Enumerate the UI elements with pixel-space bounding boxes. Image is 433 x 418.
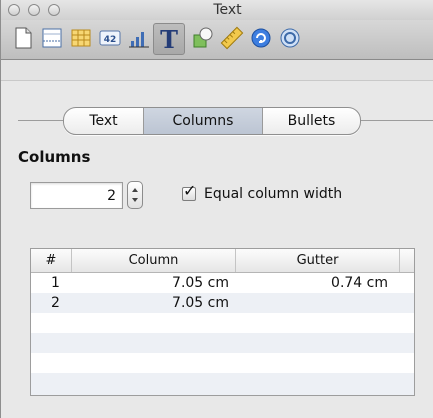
window-title: Text (213, 2, 242, 18)
row-number: 1 (51, 275, 60, 291)
columns-table: # Column Gutter 1 7.05 cm 0.74 cm 2 7.05… (30, 248, 415, 396)
metrics-icon (220, 26, 244, 50)
column-count-field[interactable]: 2 (30, 182, 123, 209)
title-bar: Text (1, 0, 433, 20)
tab-columns[interactable]: Columns (144, 108, 263, 134)
column-count-stepper[interactable] (127, 181, 143, 209)
svg-text:T: T (160, 26, 178, 52)
metrics-inspector-button[interactable] (219, 25, 245, 51)
text-inspector-button[interactable]: T (153, 23, 185, 55)
layout-icon (42, 28, 62, 48)
empty-table-row (31, 373, 414, 395)
chart-icon (129, 32, 149, 48)
empty-table-row (31, 333, 414, 353)
equal-column-width-label: Equal column width (204, 186, 343, 202)
document-icon (15, 27, 32, 49)
number-format-icon: 42 (99, 30, 121, 46)
layout-inspector-button[interactable] (39, 25, 65, 51)
column-width-cell[interactable]: 7.05 cm (101, 293, 229, 313)
stepper-up-icon[interactable] (132, 188, 138, 192)
hyperlink-icon (251, 28, 271, 48)
gutter-width-cell[interactable]: 0.74 cm (237, 273, 388, 293)
inspector-window: Text 42 T Text Columns Bullets Columns 2… (0, 0, 433, 418)
table-row[interactable]: 1 7.05 cm 0.74 cm (31, 273, 414, 293)
document-inspector-button[interactable] (10, 25, 36, 51)
header-gutter[interactable]: Gutter (236, 249, 400, 272)
header-filler (400, 249, 415, 272)
row-number: 2 (51, 295, 60, 311)
columns-section-title: Columns (18, 148, 91, 166)
hyperlink-inspector-button[interactable] (248, 25, 274, 51)
quicktime-icon (280, 28, 300, 48)
header-number[interactable]: # (31, 249, 72, 272)
svg-text:42: 42 (104, 35, 117, 45)
table-row[interactable]: 2 7.05 cm (31, 293, 414, 313)
tab-segmented-control: Text Columns Bullets (63, 107, 361, 135)
graphic-icon (193, 27, 213, 48)
inspector-toolbar: 42 T (1, 20, 433, 60)
column-width-cell[interactable]: 7.05 cm (101, 273, 229, 293)
empty-table-row (31, 313, 414, 333)
table-inspector-button[interactable] (68, 25, 94, 51)
checkmark-icon: ✓ (183, 181, 197, 200)
tab-bullets[interactable]: Bullets (263, 108, 360, 134)
quicktime-inspector-button[interactable] (277, 25, 303, 51)
tab-text[interactable]: Text (64, 108, 144, 134)
empty-table-row (31, 353, 414, 373)
gutter-width-cell[interactable] (237, 293, 388, 313)
equal-column-width-checkbox[interactable]: ✓ (182, 183, 196, 201)
toolbar-separator (1, 60, 433, 81)
stepper-down-icon[interactable] (132, 198, 138, 202)
format-inspector-button[interactable]: 42 (97, 25, 123, 51)
text-icon: T (160, 26, 178, 52)
header-column[interactable]: Column (72, 249, 236, 272)
table-header: # Column Gutter (31, 249, 414, 273)
chart-inspector-button[interactable] (126, 25, 152, 51)
graphic-inspector-button[interactable] (190, 25, 216, 51)
table-icon (71, 29, 91, 47)
